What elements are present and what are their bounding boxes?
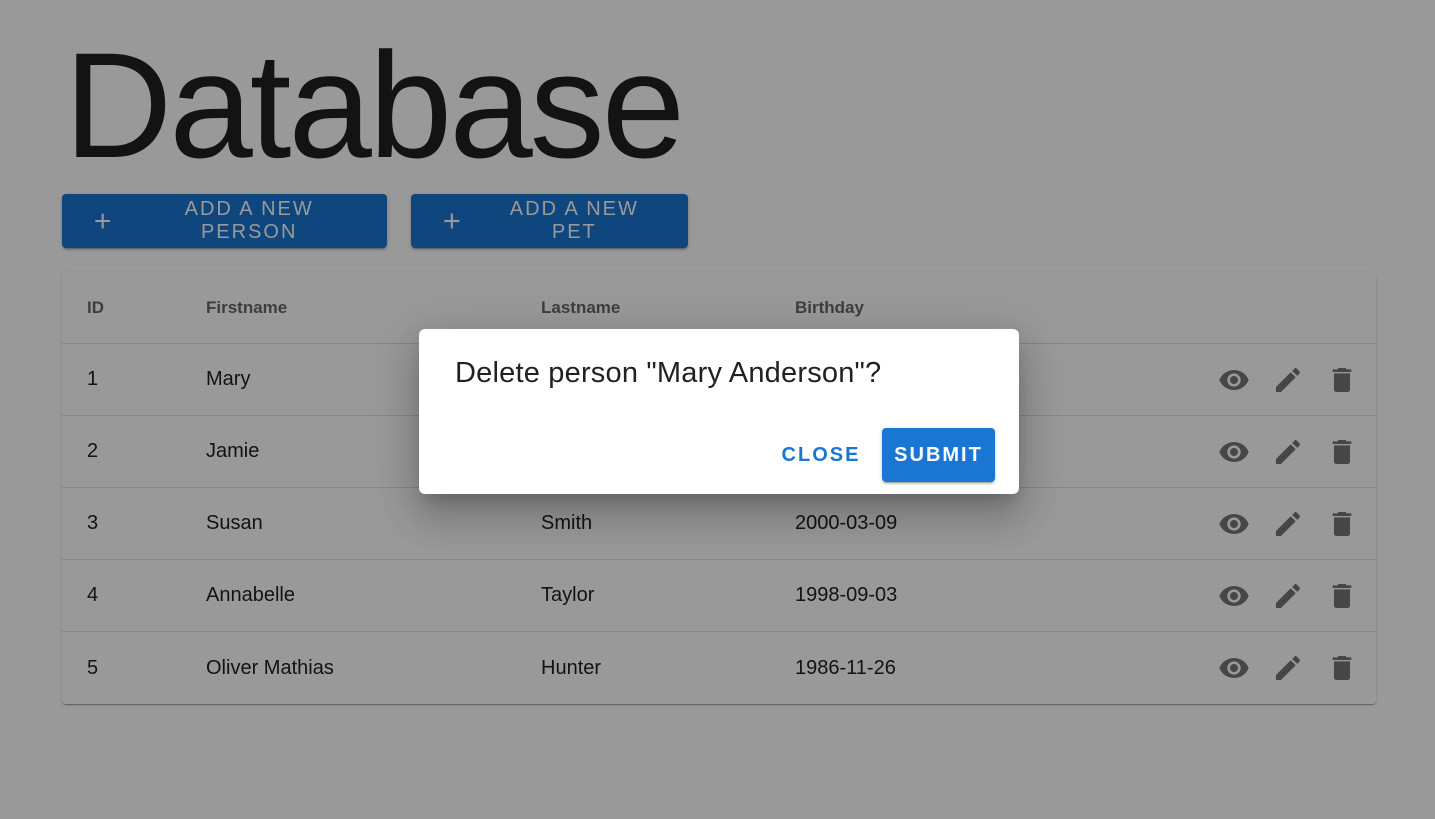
delete-confirm-dialog: Delete person "Mary Anderson"? CLOSE SUB… [419, 329, 1019, 494]
submit-button[interactable]: SUBMIT [882, 428, 995, 482]
close-button[interactable]: CLOSE [775, 428, 867, 482]
dialog-title: Delete person "Mary Anderson"? [455, 357, 882, 389]
